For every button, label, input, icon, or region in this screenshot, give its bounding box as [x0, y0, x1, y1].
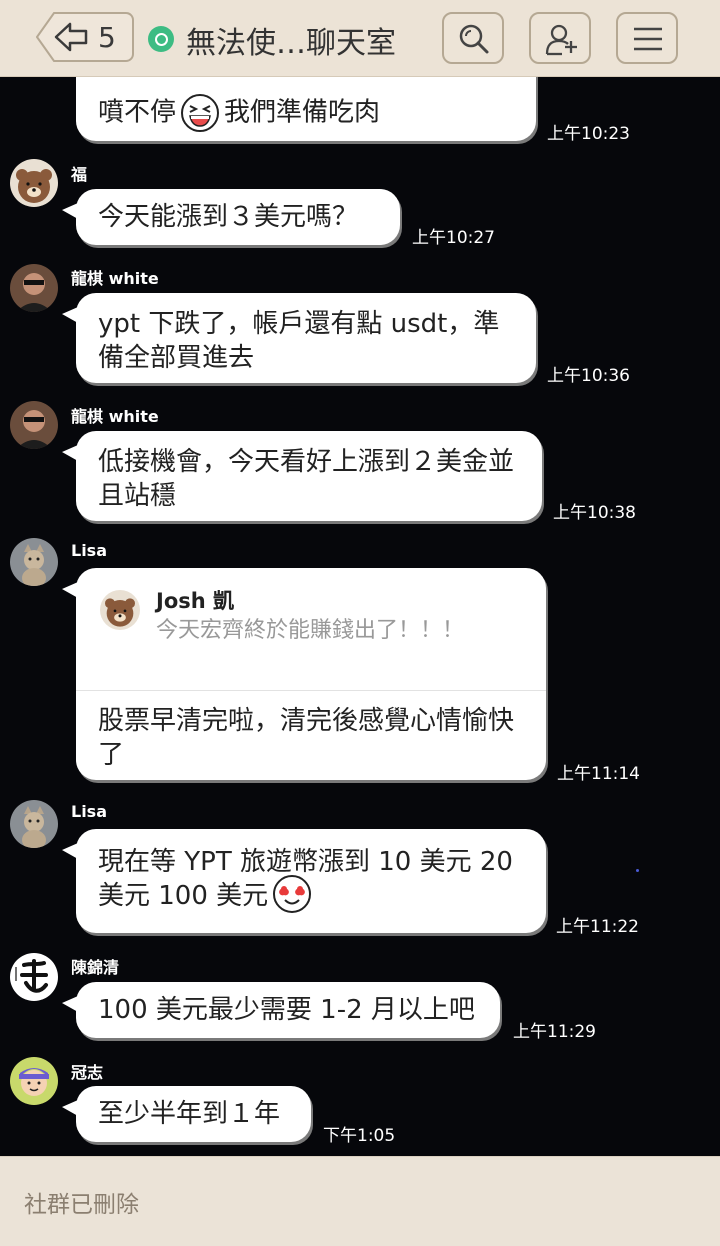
message-time: 上午11:14 — [557, 764, 640, 784]
avatar[interactable] — [10, 953, 58, 1001]
quoted-sender: Josh 凱 — [156, 589, 235, 613]
menu-icon — [634, 27, 662, 51]
message-list[interactable]: 噴不停 我們準備吃肉 上午10:23 福 今天能漲到３美元嗎？ 上午10:27 — [0, 77, 720, 1155]
message-text: 股票早清完啦，清完後感覺心情愉快了 — [98, 706, 515, 770]
brown-bear-avatar-icon — [10, 159, 58, 207]
community-deleted-notice: 社群已刪除 — [24, 1192, 139, 1218]
message-text: 今天能漲到３美元嗎？ — [98, 202, 359, 232]
menu-button[interactable] — [616, 12, 678, 64]
sender-name: 陳錦清 — [71, 958, 120, 977]
message-text: 100 美元最少需要 1-2 月以上吧 — [98, 995, 475, 1025]
cat-photo-avatar-icon — [10, 800, 58, 848]
person-photo-avatar-icon — [10, 401, 58, 449]
avatar[interactable] — [10, 401, 58, 449]
message-text: 我們準備吃肉 — [224, 97, 381, 128]
cartoon-boy-avatar-icon — [10, 1057, 58, 1105]
search-icon — [459, 24, 489, 54]
sender-name: Lisa — [71, 802, 107, 821]
quoted-message[interactable]: Josh 凱 今天宏齊終於能賺錢出了！！！ — [76, 568, 546, 691]
sender-name: 冠志 — [71, 1063, 104, 1082]
background-star — [636, 869, 639, 872]
brown-bear-avatar-icon — [100, 590, 140, 630]
sender-name: 龍棋 white — [71, 269, 159, 288]
message-time: 上午10:38 — [553, 503, 636, 523]
message-time: 上午10:36 — [547, 366, 630, 386]
back-button[interactable]: 5 — [36, 12, 134, 62]
quoted-text: 今天宏齊終於能賺錢出了！！！ — [156, 618, 465, 643]
cat-photo-avatar-icon — [10, 538, 58, 586]
message-bubble[interactable]: 低接機會，今天看好上漲到２美金並且站穩 — [62, 431, 542, 521]
message-time: 上午10:23 — [547, 124, 630, 144]
avatar[interactable] — [10, 800, 58, 848]
search-button[interactable] — [442, 12, 504, 64]
sender-name: 龍棋 white — [71, 407, 159, 426]
message-text: 低接機會，今天看好上漲到２美金並且站穩 — [98, 447, 515, 511]
message-bubble[interactable]: 現在等 YPT 旅遊幣漲到 10 美元 20 美元 100 美元 — [62, 829, 546, 933]
message-time: 上午11:22 — [556, 917, 639, 937]
open-chat-icon — [148, 26, 174, 52]
message-bubble[interactable]: 至少半年到１年 — [62, 1086, 311, 1142]
calligraphy-avatar-icon — [10, 953, 58, 1001]
message-bubble[interactable]: ypt 下跌了，帳戶還有點 usdt，準備全部買進去 — [62, 293, 536, 383]
sender-name: 福 — [71, 165, 88, 184]
reply-message-bubble[interactable]: Josh 凱 今天宏齊終於能賺錢出了！！！ 股票早清完啦，清完後感覺心情愉快了 — [62, 568, 546, 780]
message-text: 噴不停 — [98, 97, 177, 128]
message-bubble[interactable]: 噴不停 我們準備吃肉 — [76, 77, 536, 141]
person-photo-avatar-icon — [10, 264, 58, 312]
message-time: 上午11:29 — [513, 1022, 596, 1042]
heart-eyes-emoji-icon — [273, 874, 312, 913]
unread-count: 5 — [98, 21, 116, 54]
avatar[interactable] — [10, 264, 58, 312]
message-bubble[interactable]: 今天能漲到３美元嗎？ — [62, 189, 400, 245]
chat-header: 5 無法使…聊天室 — [0, 0, 720, 77]
sender-name: Lisa — [71, 541, 107, 560]
chat-title: 無法使…聊天室 — [186, 26, 396, 61]
add-friend-icon — [545, 24, 577, 56]
avatar[interactable] — [10, 538, 58, 586]
message-text: ypt 下跌了，帳戶還有點 usdt，準備全部買進去 — [98, 309, 500, 373]
message-text: 至少半年到１年 — [98, 1099, 281, 1129]
back-arrow-icon — [36, 12, 134, 62]
quoted-avatar — [100, 590, 140, 630]
message-time: 上午10:27 — [412, 228, 495, 248]
avatar[interactable] — [10, 159, 58, 207]
chat-footer: 社群已刪除 — [0, 1156, 720, 1246]
message-time: 下午1:05 — [323, 1126, 396, 1146]
add-friend-button[interactable] — [529, 12, 591, 64]
avatar[interactable] — [10, 1057, 58, 1105]
laughing-emoji-icon — [181, 94, 220, 132]
message-bubble[interactable]: 100 美元最少需要 1-2 月以上吧 — [62, 982, 500, 1038]
